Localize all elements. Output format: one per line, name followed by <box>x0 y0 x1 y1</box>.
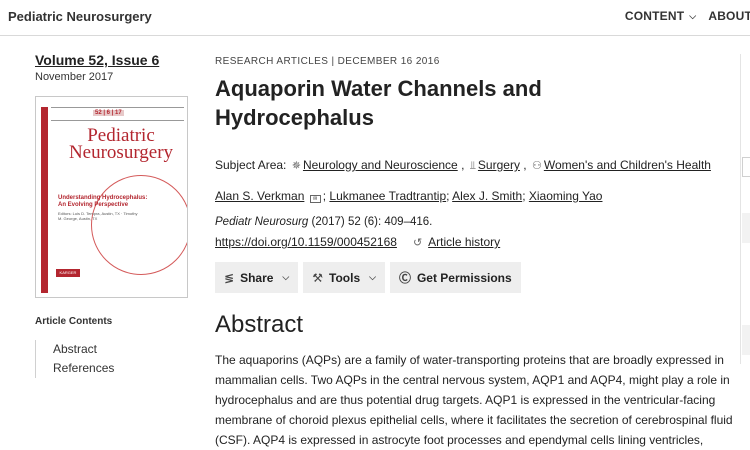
contents-link-abstract[interactable]: Abstract <box>53 340 185 359</box>
author-link[interactable]: Alex J. Smith <box>452 189 522 203</box>
article-contents-heading: Article Contents <box>35 316 113 327</box>
nav-about[interactable]: ABOUT <box>708 9 750 23</box>
right-panel-block <box>742 325 750 355</box>
author-list: Alan S. Verkman ✉; Lukmanee Tradtrantip;… <box>215 189 750 203</box>
cover-title: Pediatric Neurosurgery <box>56 126 186 163</box>
cover-circle-graphic <box>91 175 187 275</box>
right-panel-input[interactable] <box>742 157 750 177</box>
right-panel-block <box>742 213 750 243</box>
scalpel-icon: ⫫ <box>469 160 476 172</box>
publisher-logo: KARGER <box>56 269 80 277</box>
abstract-text: The aquaporins (AQPs) are a family of wa… <box>215 353 733 447</box>
subject-area: Subject Area: ✵ Neurology and Neuroscienc… <box>215 157 750 174</box>
doi-link[interactable]: https://doi.org/10.1159/000452168 <box>215 235 397 249</box>
family-icon: ⚇ <box>531 160 542 172</box>
article-kicker: RESEARCH ARTICLES | DECEMBER 16 2016 <box>215 56 440 67</box>
issue-cover-image[interactable]: 52 | 6 | 17 Pediatric Neurosurgery Under… <box>35 96 188 298</box>
issue-sidebar: Volume 52, Issue 6 November 2017 52 | 6 … <box>35 52 195 378</box>
subject-link-surgery[interactable]: Surgery <box>478 158 520 172</box>
article-history[interactable]: ↺ Article history <box>413 235 500 249</box>
nav-content[interactable]: CONTENT ⌵ <box>625 9 696 23</box>
clock-icon: ↺ <box>412 236 423 249</box>
cover-subtitle: Understanding Hydrocephalus: An Evolving… <box>58 195 148 208</box>
brain-icon: ✵ <box>291 160 301 172</box>
separator: , <box>461 158 468 172</box>
share-icon: ≶ <box>224 270 235 285</box>
article-title: Aquaporin Water Channels and Hydrocephal… <box>215 76 542 130</box>
cover-title-line2: Neurosurgery <box>68 142 174 163</box>
nav-about-label: ABOUT <box>708 9 750 23</box>
author-link[interactable]: Xiaoming Yao <box>529 189 603 203</box>
tools-button[interactable]: ⚒ Tools ⌵ <box>303 262 385 293</box>
cover-red-bar <box>41 107 48 293</box>
issue-date: November 2017 <box>35 71 114 83</box>
chevron-down-icon: ⌵ <box>689 10 697 21</box>
copyright-icon: Ⓒ <box>398 271 411 285</box>
article-main: RESEARCH ARTICLES | DECEMBER 16 2016 Aqu… <box>215 56 750 450</box>
cover-editors: Editors: Luis D. Tempra, Austin, TX · Ti… <box>58 211 138 221</box>
nav-content-label: CONTENT <box>624 9 685 23</box>
subject-area-label: Subject Area: <box>215 158 287 172</box>
right-panel-edge <box>740 54 750 364</box>
separator: ; <box>522 189 529 203</box>
chevron-down-icon: ⌵ <box>282 272 290 282</box>
get-permissions-label: Get Permissions <box>416 270 512 285</box>
citation: Pediatr Neurosurg (2017) 52 (6): 409–416… <box>215 216 750 228</box>
cover-issue-numbers: 52 | 6 | 17 <box>93 110 124 116</box>
chevron-down-icon: ⌵ <box>369 272 376 282</box>
get-permissions-button[interactable]: Ⓒ Get Permissions <box>389 262 521 293</box>
subject-link-neurology[interactable]: Neurology and Neuroscience <box>303 158 458 172</box>
citation-details: (2017) 52 (6): 409–416. <box>308 216 433 228</box>
doi-row: https://doi.org/10.1159/000452168 ↺ Arti… <box>215 235 750 249</box>
citation-journal: Pediatr Neurosurg <box>215 216 309 228</box>
top-header: Pediatric Neurosurgery CONTENT ⌵ ABOUT <box>0 0 750 36</box>
article-contents-list: Abstract References <box>35 340 185 378</box>
separator: , <box>523 158 530 172</box>
article-toolbar: ≶ Share ⌵ ⚒ Tools ⌵ Ⓒ Get Permissions <box>215 262 750 293</box>
volume-issue-link[interactable]: Volume 52, Issue 6 <box>35 52 195 68</box>
wrench-icon: ⚒ <box>312 270 324 285</box>
author-link[interactable]: Lukmanee Tradtrantip <box>329 189 446 203</box>
article-history-link[interactable]: Article history <box>428 235 500 249</box>
author-link[interactable]: Alan S. Verkman <box>215 189 304 203</box>
abstract-heading: Abstract <box>215 311 304 338</box>
main-nav: CONTENT ⌵ ABOUT <box>613 9 750 23</box>
cover-header-strip: 52 | 6 | 17 <box>51 107 184 121</box>
email-icon[interactable]: ✉ <box>309 195 321 203</box>
share-label: Share <box>240 270 274 285</box>
tools-label: Tools <box>329 270 361 285</box>
contents-link-references[interactable]: References <box>53 359 185 378</box>
subject-link-womens-childrens[interactable]: Women's and Children's Health <box>544 158 711 172</box>
journal-brand[interactable]: Pediatric Neurosurgery <box>8 9 152 24</box>
share-button[interactable]: ≶ Share ⌵ <box>215 262 299 293</box>
